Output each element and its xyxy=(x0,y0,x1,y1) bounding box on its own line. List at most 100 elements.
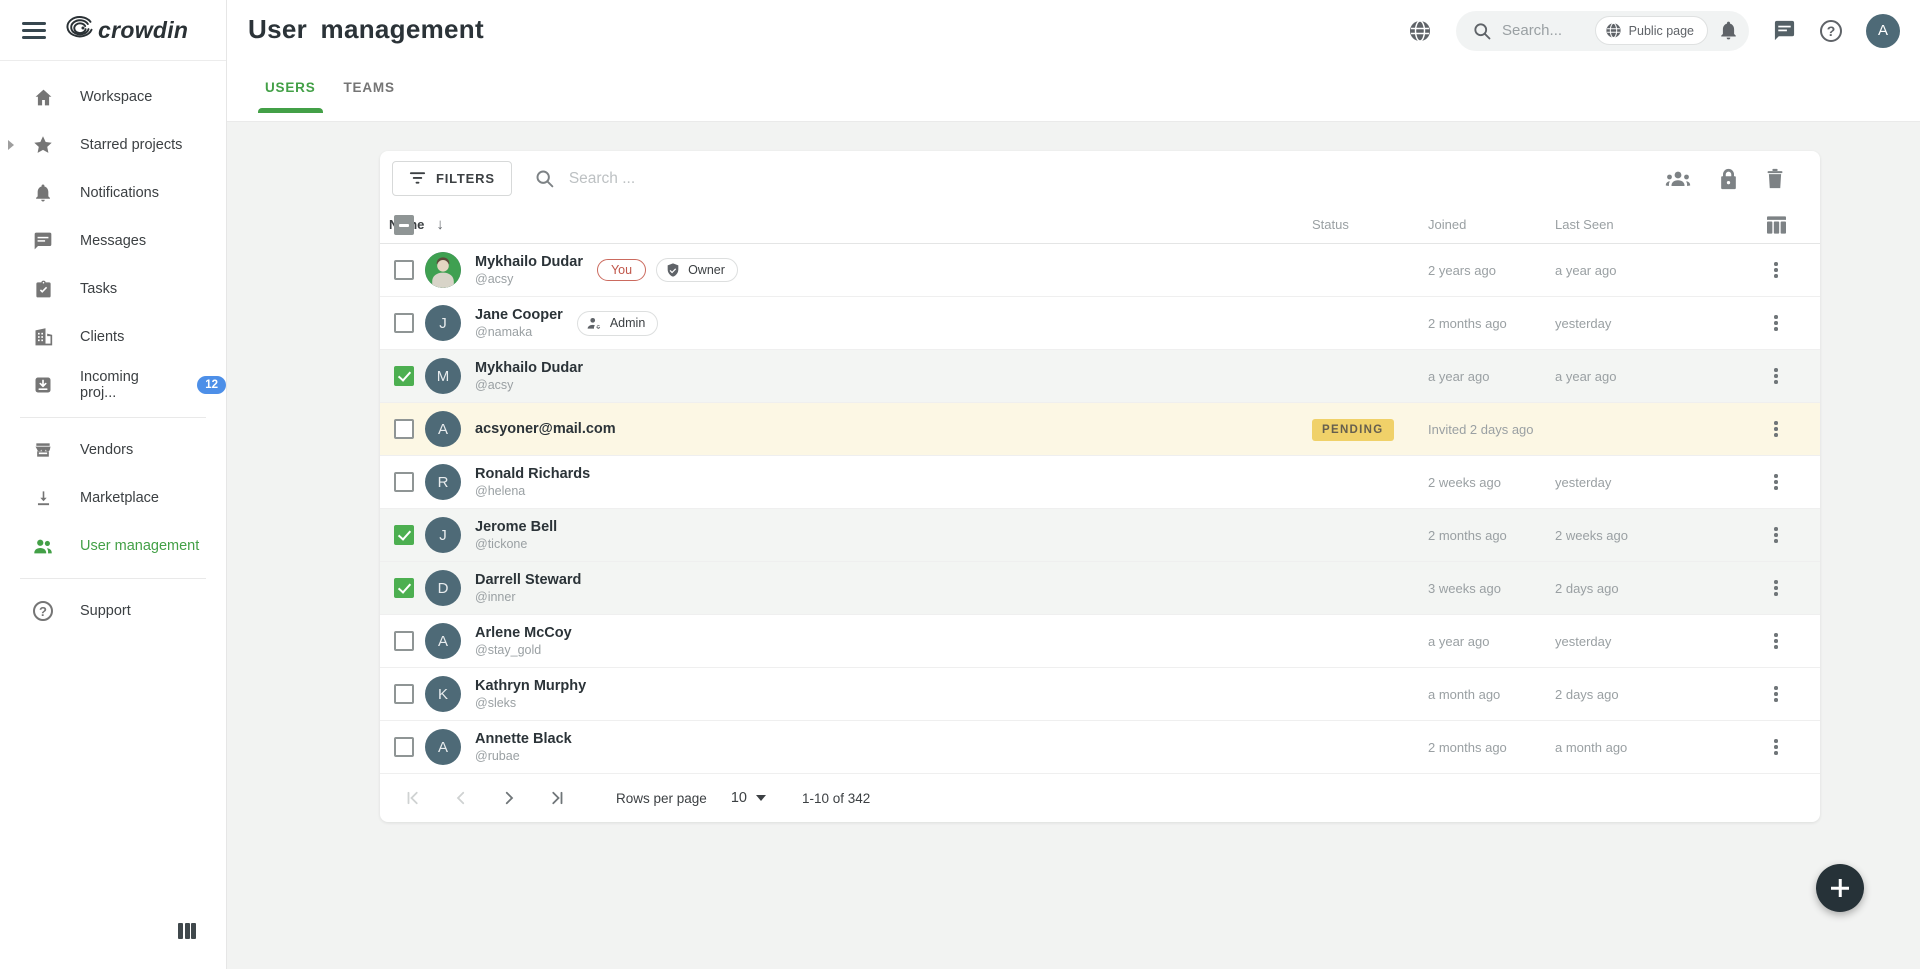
user-handle: @acsy xyxy=(475,378,583,392)
user-name: Jane Cooper xyxy=(475,307,563,323)
table-row[interactable]: Mykhailo Dudar @acsy YouOwner 2 years ag… xyxy=(380,244,1820,297)
column-last-seen[interactable]: Last Seen xyxy=(1555,217,1732,232)
last-page-button[interactable] xyxy=(538,779,576,817)
tab-users[interactable]: USERS xyxy=(265,80,316,113)
table-row[interactable]: D Darrell Steward @inner 3 weeks ago 2 d… xyxy=(380,562,1820,615)
select-all-checkbox[interactable] xyxy=(394,215,414,235)
row-checkbox[interactable] xyxy=(394,684,414,704)
filter-icon xyxy=(409,170,426,187)
joined-value: 2 months ago xyxy=(1428,316,1555,331)
sidebar-item-notifications[interactable]: Notifications xyxy=(0,169,226,217)
user-name: Kathryn Murphy xyxy=(475,678,586,694)
help-icon[interactable]: ? xyxy=(1820,20,1842,42)
sort-desc-icon[interactable]: ↓ xyxy=(436,216,444,233)
user-avatar[interactable]: A xyxy=(1866,14,1900,48)
add-to-team-icon[interactable] xyxy=(1665,168,1691,190)
incoming-projects-icon xyxy=(32,374,54,396)
user-handle: @rubae xyxy=(475,749,572,763)
row-checkbox[interactable] xyxy=(394,578,414,598)
star-icon xyxy=(32,134,54,156)
public-page-button[interactable]: Public page xyxy=(1595,16,1708,45)
sidebar-item-tasks[interactable]: Tasks xyxy=(0,265,226,313)
add-user-fab[interactable] xyxy=(1816,864,1864,912)
menu-icon[interactable] xyxy=(22,22,46,39)
main: Public page ? A User management USERS TE… xyxy=(227,0,1920,969)
row-checkbox[interactable] xyxy=(394,366,414,386)
avatar: K xyxy=(425,676,461,712)
table-header: Name ↓ Status Joined Last Seen xyxy=(380,206,1820,244)
sidebar-item-support[interactable]: ? Support xyxy=(0,587,226,635)
search-icon xyxy=(1472,21,1492,41)
table-row[interactable]: J Jane Cooper @namaka Admin 2 months ago… xyxy=(380,297,1820,350)
user-name: acsyoner@mail.com xyxy=(475,421,616,437)
table-row[interactable]: A Arlene McCoy @stay_gold a year ago yes… xyxy=(380,615,1820,668)
bell-icon xyxy=(32,182,54,204)
sidebar-item-marketplace[interactable]: Marketplace xyxy=(0,474,226,522)
row-checkbox[interactable] xyxy=(394,631,414,651)
last-seen-value: 2 weeks ago xyxy=(1555,528,1732,543)
row-menu-icon[interactable] xyxy=(1770,735,1782,759)
view-columns-icon[interactable] xyxy=(178,923,196,939)
row-menu-icon[interactable] xyxy=(1770,576,1782,600)
users-card: FILTERS xyxy=(380,151,1820,822)
next-page-button[interactable] xyxy=(490,779,528,817)
user-name: Mykhailo Dudar xyxy=(475,254,583,270)
delete-icon[interactable] xyxy=(1766,168,1784,189)
user-handle: @sleks xyxy=(475,696,586,710)
table-search-input[interactable] xyxy=(569,170,969,188)
messages-icon[interactable] xyxy=(1773,19,1796,42)
sidebar-item-incoming-projects[interactable]: Incoming proj... 12 xyxy=(0,361,226,409)
sidebar-item-user-management[interactable]: User management xyxy=(0,522,226,570)
row-menu-icon[interactable] xyxy=(1770,629,1782,653)
row-menu-icon[interactable] xyxy=(1770,417,1782,441)
prev-page-button[interactable] xyxy=(442,779,480,817)
table-row[interactable]: M Mykhailo Dudar @acsy a year ago a year… xyxy=(380,350,1820,403)
table-search xyxy=(534,168,1657,189)
column-status[interactable]: Status xyxy=(1312,217,1428,232)
joined-value: 3 weeks ago xyxy=(1428,581,1555,596)
column-name[interactable]: Name ↓ xyxy=(389,216,1312,233)
sidebar-item-messages[interactable]: Messages xyxy=(0,217,226,265)
row-menu-icon[interactable] xyxy=(1770,523,1782,547)
joined-value: a month ago xyxy=(1428,687,1555,702)
notifications-bell-icon[interactable] xyxy=(1718,20,1739,41)
lock-icon[interactable] xyxy=(1719,168,1738,190)
row-checkbox[interactable] xyxy=(394,313,414,333)
rows-per-page-select[interactable]: 10 xyxy=(731,790,766,806)
row-checkbox[interactable] xyxy=(394,260,414,280)
last-seen-value: yesterday xyxy=(1555,316,1732,331)
row-checkbox[interactable] xyxy=(394,525,414,545)
sidebar-item-workspace[interactable]: Workspace xyxy=(0,73,226,121)
row-menu-icon[interactable] xyxy=(1770,311,1782,335)
sidebar-item-clients[interactable]: Clients xyxy=(0,313,226,361)
table-row[interactable]: R Ronald Richards @helena 2 weeks ago ye… xyxy=(380,456,1820,509)
table-row[interactable]: J Jerome Bell @tickone 2 months ago 2 we… xyxy=(380,509,1820,562)
first-page-button[interactable] xyxy=(394,779,432,817)
column-joined[interactable]: Joined xyxy=(1428,217,1555,232)
badge-you: You xyxy=(597,259,646,281)
sidebar-item-starred-projects[interactable]: Starred projects xyxy=(0,121,226,169)
table-row[interactable]: A acsyoner@mail.com PENDING Invited 2 da… xyxy=(380,403,1820,456)
row-checkbox[interactable] xyxy=(394,737,414,757)
columns-settings-icon[interactable] xyxy=(1732,216,1820,234)
sidebar-item-vendors[interactable]: Vendors xyxy=(0,426,226,474)
table-body: Mykhailo Dudar @acsy YouOwner 2 years ag… xyxy=(380,244,1820,774)
row-menu-icon[interactable] xyxy=(1770,470,1782,494)
table-row[interactable]: A Annette Black @rubae 2 months ago a mo… xyxy=(380,721,1820,774)
global-search[interactable]: Public page xyxy=(1456,11,1749,51)
row-menu-icon[interactable] xyxy=(1770,682,1782,706)
row-checkbox[interactable] xyxy=(394,419,414,439)
expand-caret-icon[interactable] xyxy=(8,140,14,150)
row-checkbox[interactable] xyxy=(394,472,414,492)
rows-per-page-label: Rows per page xyxy=(616,791,707,806)
global-search-input[interactable] xyxy=(1502,22,1585,39)
filters-button[interactable]: FILTERS xyxy=(392,161,512,196)
crowdin-logo[interactable]: crowdin xyxy=(64,16,188,45)
row-menu-icon[interactable] xyxy=(1770,258,1782,282)
tab-teams[interactable]: TEAMS xyxy=(344,80,395,113)
row-menu-icon[interactable] xyxy=(1770,364,1782,388)
table-row[interactable]: K Kathryn Murphy @sleks a month ago 2 da… xyxy=(380,668,1820,721)
globe-icon[interactable] xyxy=(1408,19,1432,43)
user-handle: @namaka xyxy=(475,325,563,339)
pagination-range: 1-10 of 342 xyxy=(802,791,870,806)
